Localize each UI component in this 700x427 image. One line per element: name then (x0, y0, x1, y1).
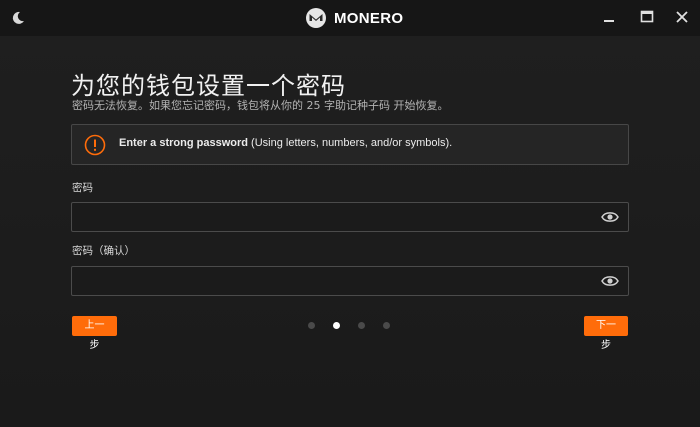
next-button[interactable]: 下一步 (584, 316, 628, 351)
page-subtitle: 密码无法恢复。如果您忘记密码，钱包将从你的 25 字助记种子码 开始恢复。 (72, 99, 449, 112)
step-dot (358, 322, 365, 329)
confirm-password-label: 密码（确认） (72, 245, 135, 257)
page-title: 为您的钱包设置一个密码 (71, 72, 346, 100)
step-dot-active (333, 322, 340, 329)
password-strength-notice: Enter a strong password (Using letters, … (71, 124, 629, 165)
previous-button[interactable]: 上一步 (72, 316, 117, 351)
confirm-password-field (71, 266, 629, 296)
close-icon[interactable] (675, 10, 689, 24)
warning-icon (84, 134, 106, 156)
monero-logo-icon (306, 8, 326, 28)
password-field (71, 202, 629, 232)
password-input[interactable] (72, 203, 592, 231)
step-dot (383, 322, 390, 329)
brand: MONERO (306, 8, 403, 28)
brand-name: MONERO (334, 9, 404, 27)
confirm-password-input[interactable] (72, 267, 592, 295)
notice-rest-text: (Using letters, numbers, and/or symbols)… (247, 137, 453, 149)
notice-text: Enter a strong password (Using letters, … (119, 137, 452, 149)
moon-icon[interactable] (10, 10, 26, 26)
eye-icon[interactable] (601, 210, 619, 224)
title-bar: MONERO (0, 0, 700, 36)
minimize-icon[interactable] (602, 10, 616, 24)
eye-icon[interactable] (601, 274, 619, 288)
maximize-icon[interactable] (640, 10, 654, 24)
password-label: 密码 (72, 182, 93, 194)
step-indicator (308, 322, 390, 329)
wizard-content: 为您的钱包设置一个密码 密码无法恢复。如果您忘记密码，钱包将从你的 25 字助记… (0, 36, 700, 427)
step-dot (308, 322, 315, 329)
notice-bold-text: Enter a strong password (119, 137, 248, 149)
